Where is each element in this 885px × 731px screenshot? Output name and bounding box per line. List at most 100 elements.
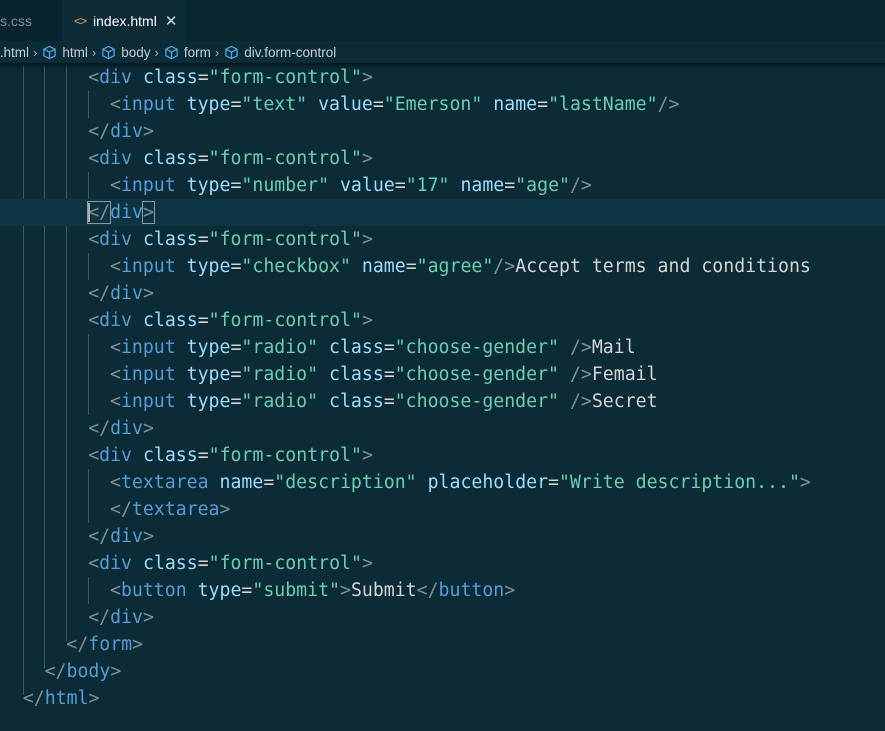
code-line[interactable]: <button type="submit">Submit</button> <box>0 577 885 604</box>
code-token: value <box>339 175 395 196</box>
breadcrumb-item-file[interactable]: x.html <box>0 45 29 60</box>
code-line[interactable]: <div class="form-control"> <box>0 145 885 172</box>
tab-style-css[interactable]: s.css <box>0 0 62 41</box>
code-line[interactable]: <div class="form-control"> <box>0 550 885 577</box>
code-editor[interactable]: <div class="form-control"> <input type="t… <box>0 63 885 731</box>
code-token: </ <box>66 634 89 655</box>
code-token: > <box>142 121 154 142</box>
code-token: div <box>99 553 132 574</box>
tab-index-html[interactable]: <> index.html ✕ <box>62 0 186 41</box>
code-token: = <box>537 94 549 115</box>
code-token: div <box>99 310 132 331</box>
breadcrumb-item-html[interactable]: html <box>42 45 88 60</box>
code-token: class <box>142 553 198 574</box>
code-token: < <box>88 229 100 250</box>
code-token: </ <box>416 580 439 601</box>
code-token: type <box>186 175 231 196</box>
code-token: "agree" <box>416 256 494 277</box>
code-token: = <box>548 472 559 493</box>
code-token: < <box>110 472 121 493</box>
code-token: div <box>110 121 143 142</box>
code-token: > <box>339 580 351 601</box>
element-cube-icon <box>43 45 57 59</box>
code-token: > <box>142 607 154 628</box>
code-token: > <box>361 67 373 88</box>
code-line[interactable]: <input type="radio" class="choose-gender… <box>0 388 885 415</box>
code-line[interactable]: <textarea name="description" placeholder… <box>0 469 885 496</box>
code-token: = <box>197 229 209 250</box>
code-token: </ <box>88 526 111 547</box>
code-line[interactable]: </div> <box>0 199 885 226</box>
code-line[interactable]: <input type="checkbox" name="agree"/>Acc… <box>0 253 885 280</box>
code-token: > <box>361 310 373 331</box>
breadcrumb: x.html › html › body › form › div.form-c… <box>0 41 885 63</box>
code-token: "form-control" <box>208 310 362 331</box>
code-token: Secret <box>591 391 658 412</box>
code-token: > <box>141 201 155 224</box>
code-line[interactable]: </div> <box>0 523 885 550</box>
code-token: "17" <box>405 175 450 196</box>
code-token: input <box>120 175 176 196</box>
code-token: div <box>110 607 143 628</box>
code-token: < <box>88 553 100 574</box>
code-token: > <box>110 661 122 682</box>
code-token: < <box>110 364 121 385</box>
code-token: "number" <box>241 175 330 196</box>
breadcrumb-item-body[interactable]: body <box>101 45 151 60</box>
breadcrumb-item-form[interactable]: form <box>164 45 211 60</box>
breadcrumb-item-div[interactable]: div.form-control <box>224 45 336 60</box>
code-token: "text" <box>241 94 308 115</box>
code-token: = <box>394 175 406 196</box>
code-line[interactable]: </body> <box>0 658 885 685</box>
code-token: body <box>66 661 111 682</box>
code-line[interactable]: <input type="radio" class="choose-gender… <box>0 334 885 361</box>
code-line[interactable]: </div> <box>0 415 885 442</box>
code-line[interactable]: <div class="form-control"> <box>0 442 885 469</box>
code-token: > <box>361 553 373 574</box>
code-line[interactable]: <div class="form-control"> <box>0 226 885 253</box>
code-token: > <box>142 418 154 439</box>
code-token: > <box>88 688 100 709</box>
code-token: /> <box>569 337 592 358</box>
code-token: type <box>186 337 231 358</box>
code-line[interactable]: </div> <box>0 604 885 631</box>
code-line[interactable]: </html> <box>0 685 885 712</box>
code-line[interactable]: </form> <box>0 631 885 658</box>
code-token: Mail <box>591 337 636 358</box>
code-token: = <box>504 175 516 196</box>
code-line[interactable]: </textarea> <box>0 496 885 523</box>
code-token: placeholder <box>427 472 549 493</box>
code-token: = <box>383 364 395 385</box>
code-token: < <box>88 148 100 169</box>
code-line[interactable]: <input type="radio" class="choose-gender… <box>0 361 885 388</box>
code-token: button <box>438 580 505 601</box>
code-line[interactable]: <div class="form-control"> <box>0 307 885 334</box>
tab-bar: s.css <> index.html ✕ <box>0 0 885 41</box>
code-token: div <box>99 67 132 88</box>
code-token: class <box>142 310 198 331</box>
code-token: </ <box>22 688 45 709</box>
close-icon[interactable]: ✕ <box>165 12 178 30</box>
code-token: "form-control" <box>208 148 362 169</box>
code-token: > <box>361 229 373 250</box>
code-token: "submit" <box>252 580 340 601</box>
code-token: < <box>88 310 100 331</box>
code-line[interactable]: </div> <box>0 118 885 145</box>
code-token: = <box>197 67 209 88</box>
code-token: = <box>372 94 384 115</box>
code-token: "checkbox" <box>241 256 351 277</box>
code-token: name <box>219 472 264 493</box>
code-line[interactable]: <input type="number" value="17" name="ag… <box>0 172 885 199</box>
code-line[interactable]: </div> <box>0 280 885 307</box>
code-token: < <box>110 175 121 196</box>
code-token: input <box>120 337 176 358</box>
code-line[interactable]: <input type="text" value="Emerson" name=… <box>0 91 885 118</box>
